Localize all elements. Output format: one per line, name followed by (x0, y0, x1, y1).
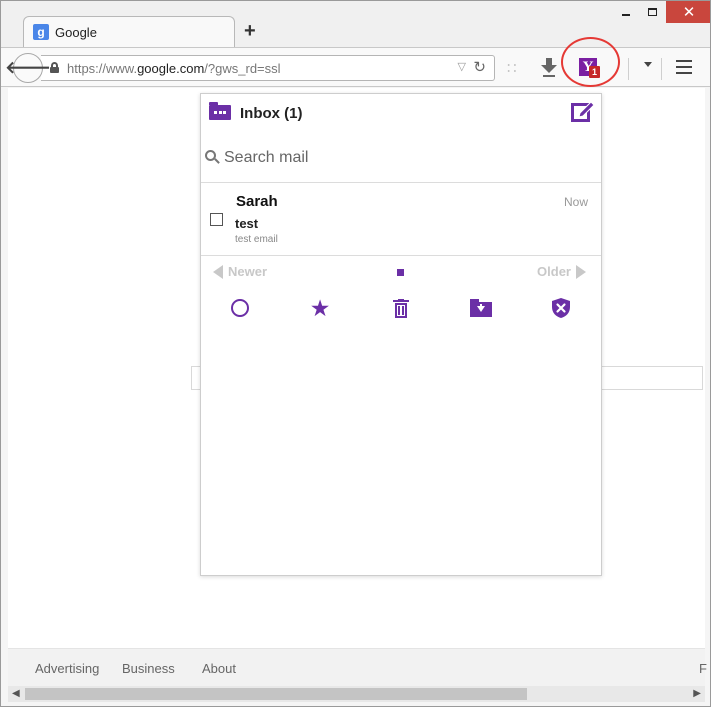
page-footer: Advertising Business About F (8, 648, 707, 686)
circle-icon (231, 299, 249, 317)
inbox-icon (209, 102, 231, 121)
back-button[interactable]: 🡐 (5, 53, 51, 83)
spam-button[interactable] (547, 294, 575, 322)
scrollbar-thumb[interactable] (25, 688, 527, 700)
inbox-title[interactable]: Inbox (1) (240, 105, 303, 122)
footer-link-advertising[interactable]: Advertising (35, 661, 99, 676)
message-list-item[interactable]: Sarah Now test test email (201, 184, 601, 256)
search-icon (205, 150, 220, 164)
url-bar[interactable]: https://www.google.com/?gws_rd=ssl ▽ ↻ (41, 55, 495, 81)
footer-link-business[interactable]: Business (122, 661, 175, 676)
message-sender: Sarah (236, 193, 278, 210)
minimize-icon (621, 14, 630, 16)
older-button[interactable]: Older (537, 264, 586, 279)
horizontal-scrollbar[interactable]: ◀ ▶ (8, 686, 705, 702)
message-subject: test (235, 216, 259, 231)
scroll-right-icon[interactable]: ▶ (693, 688, 701, 699)
download-icon[interactable] (541, 57, 557, 77)
tab-title: Google (55, 25, 97, 40)
close-window-button[interactable]: ✕ (666, 1, 710, 23)
toolbar-divider (661, 58, 662, 80)
scroll-left-icon[interactable]: ◀ (12, 688, 20, 699)
yahoo-mail-popup: Inbox (1) Sarah Now test test email Newe… (200, 93, 602, 576)
pagination: Newer Older (201, 262, 601, 282)
arrow-right-icon (576, 264, 586, 279)
shield-x-icon (551, 297, 571, 319)
rss-icon[interactable]: ∷ (507, 59, 517, 77)
star-icon: ★ (309, 294, 331, 321)
move-button[interactable] (467, 294, 495, 322)
delete-button[interactable] (387, 294, 415, 322)
tab-strip: g Google + ✕ (1, 1, 710, 47)
reload-icon[interactable]: ↻ (473, 58, 486, 76)
footer-link-truncated[interactable]: F (699, 661, 707, 676)
maximize-icon (648, 8, 657, 16)
mail-search-input[interactable] (224, 147, 584, 169)
folder-move-icon (470, 299, 492, 317)
navigation-bar: https://www.google.com/?gws_rd=ssl ▽ ↻ 🡐… (1, 47, 710, 87)
tab-google[interactable]: g Google (23, 16, 235, 47)
minimize-button[interactable] (612, 1, 639, 23)
message-snippet: test email (235, 234, 278, 245)
page-indicator (397, 269, 404, 276)
footer-link-about[interactable]: About (202, 661, 236, 676)
close-icon: ✕ (682, 4, 696, 21)
unread-count-badge: 1 (589, 66, 600, 78)
toolbar-overflow-dropdown-icon[interactable] (644, 62, 652, 67)
message-time: Now (563, 195, 588, 209)
window-controls: ✕ (612, 1, 710, 23)
newer-button[interactable]: Newer (213, 264, 267, 279)
new-tab-button[interactable]: + (244, 21, 256, 41)
mail-search-row (201, 139, 601, 183)
compose-icon[interactable] (571, 99, 595, 123)
google-favicon-icon: g (33, 24, 49, 40)
url-text[interactable]: https://www.google.com/?gws_rd=ssl (67, 61, 281, 76)
url-history-dropdown-icon[interactable]: ▽ (458, 60, 466, 73)
lock-icon[interactable] (50, 62, 59, 73)
trash-icon (393, 298, 409, 318)
star-button[interactable]: ★ (306, 294, 334, 322)
menu-icon[interactable] (676, 60, 692, 74)
message-checkbox[interactable] (210, 213, 223, 226)
maximize-button[interactable] (639, 1, 666, 23)
toolbar-divider (628, 58, 629, 80)
arrow-left-icon (213, 264, 223, 279)
yahoo-mail-extension-button[interactable]: Y 1 (573, 54, 609, 82)
mark-read-button[interactable] (226, 294, 254, 322)
arrow-left-icon: 🡐 (5, 58, 51, 77)
message-actions: ★ (201, 294, 601, 322)
